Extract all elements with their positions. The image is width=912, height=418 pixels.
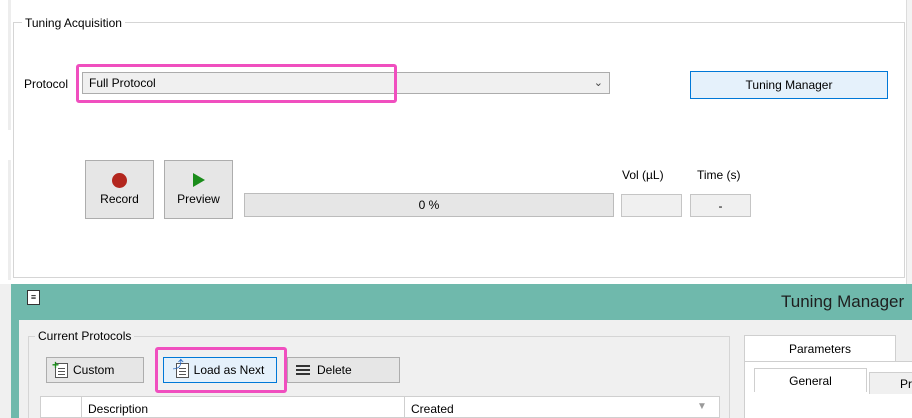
protocol-label: Protocol	[24, 77, 69, 91]
window-left-edge	[0, 284, 11, 418]
record-button-label: Record	[100, 192, 139, 206]
table-header-created[interactable]: Created	[411, 402, 454, 416]
window-title: Tuning Manager	[781, 292, 905, 311]
left-border	[8, 160, 11, 280]
table-header-description[interactable]: Description	[88, 402, 148, 416]
progress-text: 0 %	[418, 198, 440, 212]
right-panel-edge	[906, 0, 912, 284]
record-button[interactable]: Record	[85, 160, 154, 219]
custom-button[interactable]: + Custom	[46, 357, 144, 383]
tab-general-label: General	[789, 373, 832, 388]
app-icon[interactable]: ≡	[27, 290, 40, 305]
custom-button-label: Custom	[73, 363, 115, 377]
time-label: Time (s)	[697, 168, 741, 182]
delete-button[interactable]: Delete	[287, 357, 400, 383]
sort-chevron-icon[interactable]: ▼	[697, 401, 707, 412]
delete-list-icon	[296, 363, 312, 377]
vol-readout	[621, 194, 682, 217]
play-icon	[192, 173, 205, 187]
tab-parameters[interactable]: Parameters	[744, 335, 896, 362]
tuning-manager-button-label: Tuning Manager	[745, 78, 833, 92]
record-dot-icon	[112, 173, 127, 188]
current-protocols-title: Current Protocols	[35, 329, 135, 343]
delete-button-label: Delete	[317, 363, 352, 377]
preview-button-label: Preview	[177, 192, 220, 206]
column-divider	[404, 396, 405, 418]
tuning-acquisition-group	[13, 22, 905, 278]
tab-parameters-label: Parameters	[788, 342, 852, 356]
protocol-highlight	[76, 64, 397, 103]
chevron-down-icon[interactable]: ⌄	[594, 76, 603, 90]
add-document-icon: +	[52, 359, 68, 378]
tab-pr-label: Pr	[900, 377, 912, 391]
group-title: Tuning Acquisition	[22, 16, 125, 30]
preview-button[interactable]: Preview	[164, 160, 233, 219]
tuning-manager-button[interactable]: Tuning Manager	[690, 71, 888, 99]
table-header-select[interactable]	[40, 396, 82, 418]
progress-bar: 0 %	[244, 193, 614, 217]
time-readout-value: -	[718, 198, 723, 213]
time-readout: -	[690, 194, 751, 217]
tab-general[interactable]: General	[754, 368, 867, 392]
left-border	[8, 0, 11, 130]
load-as-next-highlight	[155, 347, 287, 393]
vol-label: Vol (µL)	[622, 168, 664, 182]
tab-pr[interactable]: Pr	[869, 372, 912, 394]
